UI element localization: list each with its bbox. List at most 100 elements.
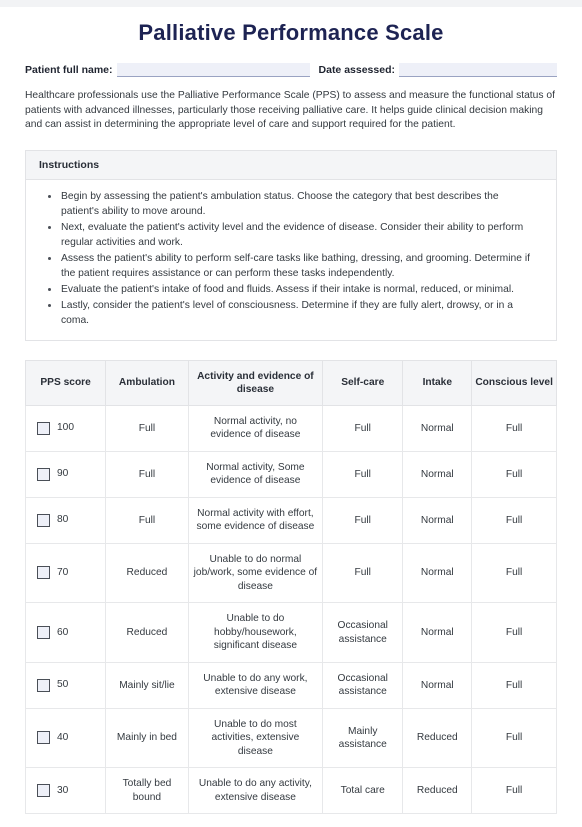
pps-score-cell: 40: [24, 707, 107, 769]
pps-score-value: 100: [57, 422, 74, 434]
instructions-heading: Instructions: [26, 150, 556, 180]
pps-score-cell: 50: [24, 661, 107, 709]
intake-cell: Normal: [402, 450, 473, 498]
intake-cell: Normal: [402, 661, 473, 709]
pps-score-value: 80: [57, 514, 69, 526]
column-header-self-care: Self-care: [322, 359, 404, 406]
checkbox-icon[interactable]: [37, 784, 50, 798]
ambulation-cell: Mainly sit/lie: [105, 661, 189, 709]
conscious-level-cell: Full: [471, 450, 557, 498]
checkbox-icon[interactable]: [37, 566, 50, 580]
list-item: Next, evaluate the patient's activity le…: [48, 220, 537, 250]
intake-cell: Reduced: [402, 707, 473, 769]
pps-score-value: 60: [57, 626, 69, 638]
self-care-cell: Full: [322, 450, 404, 498]
pps-score-value: 50: [57, 679, 69, 691]
patient-name-field-group: Patient full name:: [25, 63, 310, 78]
table-row: 70 Reduced Unable to do normal job/work,…: [24, 542, 557, 604]
checkbox-icon[interactable]: [37, 678, 50, 692]
ambulation-cell: Mainly in bed: [105, 707, 189, 769]
date-assessed-label: Date assessed:: [318, 64, 395, 77]
checkbox-icon[interactable]: [37, 421, 50, 435]
conscious-level-cell: Full: [471, 404, 557, 452]
ambulation-cell: Full: [105, 404, 189, 452]
activity-cell: Normal activity, no evidence of disease: [187, 404, 324, 452]
pps-score-cell: 60: [24, 602, 107, 663]
list-item: Lastly, consider the patient's level of …: [48, 298, 537, 328]
self-care-cell: Total care: [322, 767, 404, 815]
date-assessed-input[interactable]: [398, 63, 557, 78]
instructions-list: Begin by assessing the patient's ambulat…: [39, 189, 543, 328]
table-row: 80 Full Normal activity with effort, som…: [24, 496, 557, 544]
self-care-cell: Full: [322, 542, 404, 604]
patient-name-label: Patient full name:: [25, 64, 113, 77]
checkbox-icon[interactable]: [37, 467, 50, 481]
activity-cell: Normal activity, Some evidence of diseas…: [187, 450, 324, 498]
intro-paragraph: Healthcare professionals use the Palliat…: [25, 90, 555, 131]
column-header-pps-score: PPS score: [24, 359, 107, 406]
ambulation-cell: Totally bed bound: [105, 767, 189, 815]
column-header-conscious-level: Conscious level: [471, 359, 557, 406]
self-care-cell: Occasional assistance: [322, 602, 404, 663]
ambulation-cell: Full: [105, 496, 189, 544]
pps-score-value: 30: [57, 784, 69, 796]
pps-score-cell: 100: [24, 404, 107, 452]
intake-cell: Normal: [402, 602, 473, 663]
table-row: 40 Mainly in bed Unable to do most activ…: [24, 707, 557, 769]
page-top-strip: [0, 0, 582, 7]
self-care-cell: Occasional assistance: [322, 661, 404, 709]
pps-score-cell: 30: [24, 767, 107, 815]
intake-cell: Reduced: [402, 767, 473, 815]
activity-cell: Unable to do hobby/housework, significan…: [187, 602, 324, 663]
conscious-level-cell: Full: [471, 661, 557, 709]
ambulation-cell: Reduced: [105, 542, 189, 604]
patient-name-input[interactable]: [116, 63, 310, 78]
table-row: 90 Full Normal activity, Some evidence o…: [24, 450, 557, 498]
checkbox-icon[interactable]: [37, 625, 50, 639]
conscious-level-cell: Full: [471, 542, 557, 604]
activity-cell: Normal activity with effort, some eviden…: [187, 496, 324, 544]
column-header-ambulation: Ambulation: [105, 359, 189, 406]
pps-score-cell: 90: [24, 450, 107, 498]
checkbox-icon[interactable]: [37, 731, 50, 745]
table-row: 50 Mainly sit/lie Unable to do any work,…: [24, 661, 557, 709]
instructions-body: Begin by assessing the patient's ambulat…: [26, 180, 556, 340]
document-page: Palliative Performance Scale Patient ful…: [0, 7, 582, 815]
intake-cell: Normal: [402, 496, 473, 544]
list-item: Evaluate the patient's intake of food an…: [48, 282, 537, 297]
self-care-cell: Full: [322, 496, 404, 544]
pps-score-value: 90: [57, 468, 69, 480]
pps-score-cell: 70: [24, 542, 107, 604]
pps-table: PPS score Ambulation Activity and eviden…: [24, 359, 557, 815]
date-assessed-field-group: Date assessed:: [318, 63, 557, 78]
conscious-level-cell: Full: [471, 707, 557, 769]
table-header-row: PPS score Ambulation Activity and eviden…: [24, 359, 557, 406]
table-row: 30 Totally bed bound Unable to do any ac…: [24, 767, 557, 815]
conscious-level-cell: Full: [471, 496, 557, 544]
activity-cell: Unable to do any work, extensive disease: [187, 661, 324, 709]
activity-cell: Unable to do normal job/work, some evide…: [187, 542, 324, 604]
conscious-level-cell: Full: [471, 602, 557, 663]
ambulation-cell: Full: [105, 450, 189, 498]
table-row: 100 Full Normal activity, no evidence of…: [24, 404, 557, 452]
checkbox-icon[interactable]: [37, 513, 50, 527]
self-care-cell: Mainly assistance: [322, 707, 404, 769]
self-care-cell: Full: [322, 404, 404, 452]
patient-fields-row: Patient full name: Date assessed:: [25, 63, 557, 78]
instructions-panel: Instructions Begin by assessing the pati…: [25, 149, 557, 341]
pps-score-value: 40: [57, 732, 69, 744]
activity-cell: Unable to do most activities, extensive …: [187, 707, 324, 769]
pps-score-cell: 80: [24, 496, 107, 544]
column-header-intake: Intake: [402, 359, 473, 406]
list-item: Begin by assessing the patient's ambulat…: [48, 189, 537, 219]
column-header-activity: Activity and evidence of disease: [187, 359, 324, 406]
activity-cell: Unable to do any activity, extensive dis…: [187, 767, 324, 815]
intake-cell: Normal: [402, 404, 473, 452]
conscious-level-cell: Full: [471, 767, 557, 815]
ambulation-cell: Reduced: [105, 602, 189, 663]
intake-cell: Normal: [402, 542, 473, 604]
page-title: Palliative Performance Scale: [138, 20, 444, 45]
pps-score-value: 70: [57, 567, 69, 579]
pps-table-body: 100 Full Normal activity, no evidence of…: [24, 404, 557, 815]
list-item: Assess the patient's ability to perform …: [48, 251, 537, 281]
